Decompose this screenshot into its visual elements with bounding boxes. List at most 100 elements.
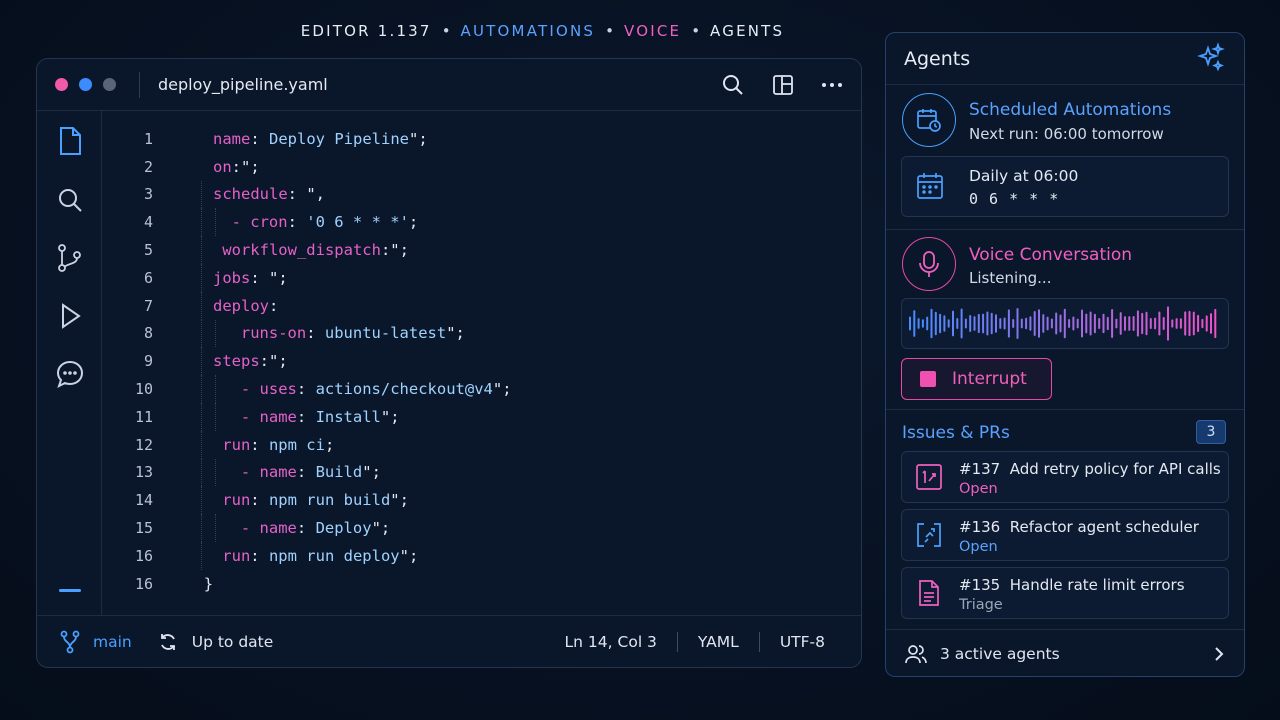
nav-voice[interactable]: VOICE — [624, 22, 681, 40]
code-line[interactable]: 1 name: Deploy Pipeline"; — [103, 125, 861, 153]
divider — [676, 631, 678, 652]
code-token: - cron — [231, 213, 288, 232]
line-number: 4 — [143, 213, 153, 232]
code-text: run: npm run build"; — [222, 491, 409, 509]
source-control-icon[interactable] — [55, 242, 85, 272]
code-token: : — [296, 380, 316, 399]
document-icon — [915, 579, 943, 611]
automation-title[interactable]: Scheduled Automations — [969, 100, 1171, 120]
code-line[interactable]: 10 - uses: actions/checkout@v4"; — [103, 375, 861, 403]
code-text: name: Deploy Pipeline"; — [213, 130, 428, 148]
users-icon — [904, 643, 928, 665]
issue-item[interactable]: #136 Refactor agent scheduler Open — [901, 509, 1229, 561]
line-number: 5 — [143, 241, 153, 260]
code-token: : — [250, 435, 269, 454]
issue-status: Open — [959, 539, 998, 555]
sync-icon[interactable] — [158, 632, 178, 652]
code-line[interactable]: 8 runs-on: ubuntu-latest"; — [103, 319, 861, 348]
code-editor[interactable]: 1 name: Deploy Pipeline"; 2 on:"; 3 schedule:… — [103, 125, 861, 598]
file-name[interactable]: deploy_pipeline.yaml — [158, 75, 328, 94]
code-token: : — [296, 519, 316, 538]
cron-expression: 0 6 * * * — [969, 190, 1060, 208]
editor-titlebar: deploy_pipeline.yaml — [37, 59, 861, 111]
code-token: : — [296, 463, 316, 482]
code-line[interactable]: 11 - name: Install"; — [103, 402, 861, 431]
line-number: 2 — [143, 157, 153, 176]
code-token: - name — [240, 463, 297, 482]
code-token: npm run build — [268, 491, 391, 510]
line-number: 11 — [134, 407, 153, 426]
language-mode[interactable]: YAML — [698, 633, 739, 651]
panel-toggle-bar[interactable] — [59, 589, 81, 592]
code-line[interactable]: 9 steps:"; — [103, 347, 861, 376]
agents-panel: Agents Scheduled Automations Next run: 0… — [885, 32, 1245, 677]
activity-bar — [37, 111, 102, 616]
line-number: 10 — [134, 380, 153, 399]
cursor-position[interactable]: Ln 14, Col 3 — [565, 633, 657, 651]
code-text: - name: Install"; — [241, 408, 400, 426]
interrupt-button[interactable]: Interrupt — [901, 358, 1052, 400]
file-icon[interactable] — [55, 125, 85, 155]
nav-separator: • — [605, 22, 614, 40]
issue-status: Triage — [959, 597, 1003, 613]
issue-item[interactable]: #135 Handle rate limit errors Triage — [901, 567, 1229, 619]
maximize-dot[interactable] — [103, 78, 116, 91]
chevron-right-icon[interactable] — [1212, 645, 1226, 663]
minimize-dot[interactable] — [79, 78, 92, 91]
issues-title[interactable]: Issues & PRs — [902, 423, 1010, 443]
code-token: : — [287, 213, 307, 232]
sparkle-icon[interactable] — [1196, 41, 1226, 76]
nav-automations[interactable]: AUTOMATIONS — [461, 22, 596, 40]
code-token: "; — [380, 407, 400, 426]
panel-header: Agents — [886, 33, 1244, 85]
code-line[interactable]: 12 run: npm ci; — [103, 430, 861, 459]
code-line[interactable]: 15 - name: Deploy"; — [103, 514, 861, 542]
code-line[interactable]: 14 run: npm run build"; — [103, 486, 861, 515]
split-layout-icon[interactable] — [771, 73, 795, 97]
issue-item[interactable]: #137 Add retry policy for API calls Open — [901, 451, 1229, 503]
code-line[interactable]: 7 deploy: — [103, 291, 861, 320]
close-dot[interactable] — [55, 78, 68, 91]
code-line[interactable]: 13 - name: Build"; — [103, 458, 861, 487]
code-token: Deploy Pipeline — [269, 129, 409, 148]
branch-icon[interactable] — [59, 630, 81, 654]
automation-section: Scheduled Automations Next run: 06:00 to… — [886, 85, 1244, 230]
code-text: jobs: "; — [213, 269, 288, 287]
search-icon[interactable] — [55, 185, 85, 215]
code-line[interactable]: 16 run: npm run deploy"; — [103, 541, 861, 570]
code-token: Build — [315, 463, 363, 482]
nav-agents[interactable]: AGENTS — [710, 22, 784, 40]
code-line[interactable]: 5 workflow_dispatch:"; — [103, 236, 861, 264]
issue-number: #137 — [959, 460, 1001, 478]
schedule-card[interactable]: Daily at 06:00 0 6 * * * — [901, 156, 1229, 217]
code-line[interactable]: 2 on:"; — [103, 153, 861, 181]
issue-title: #135 Handle rate limit errors — [959, 576, 1185, 594]
chat-icon[interactable] — [55, 359, 85, 389]
branch-name[interactable]: main — [93, 633, 132, 651]
panel-footer[interactable]: 3 active agents — [886, 630, 1244, 676]
code-line[interactable]: 16} — [103, 570, 861, 598]
code-line[interactable]: 6 jobs: "; — [103, 263, 861, 292]
code-token: : — [250, 491, 269, 510]
code-line[interactable]: 4 - cron: '0 6 * * *'; — [103, 208, 861, 237]
code-token: ; — [408, 213, 419, 232]
run-icon[interactable] — [55, 301, 85, 331]
code-token: } — [203, 574, 214, 593]
more-icon[interactable] — [821, 73, 843, 97]
line-number: 8 — [143, 324, 153, 343]
voice-title[interactable]: Voice Conversation — [969, 245, 1132, 265]
issue-number: #135 — [959, 576, 1001, 594]
encoding[interactable]: UTF-8 — [780, 633, 825, 651]
code-token: : — [296, 407, 316, 426]
voice-subtitle: Listening... — [969, 269, 1052, 287]
nav-editor[interactable]: EDITOR 1.137 — [301, 22, 432, 40]
code-text: } — [204, 575, 213, 593]
issue-status: Open — [959, 481, 998, 497]
search-icon[interactable] — [721, 73, 745, 97]
line-number: 1 — [143, 129, 153, 148]
code-line[interactable]: 3 schedule: ", — [103, 180, 861, 209]
code-token: "; — [390, 491, 409, 510]
code-token: : — [269, 296, 279, 315]
sync-status[interactable]: Up to date — [192, 633, 274, 651]
code-token: - name — [240, 407, 297, 426]
